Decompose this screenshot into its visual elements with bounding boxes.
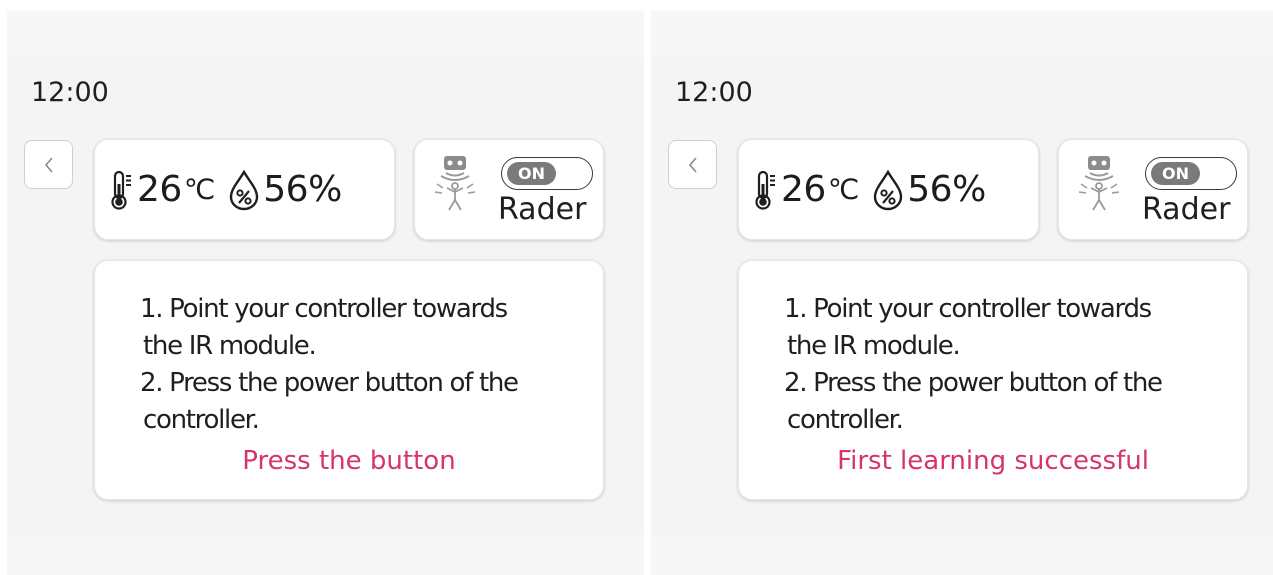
temperature-unit: ℃ — [827, 173, 860, 206]
back-chevron-icon — [688, 156, 697, 173]
radar-sensor-icon — [1078, 156, 1120, 211]
radar-label: Rader — [1142, 192, 1231, 227]
thermometer-icon — [755, 170, 775, 210]
radar-toggle[interactable]: ON — [501, 157, 593, 190]
back-chevron-icon — [44, 156, 53, 173]
step-1: 1. Point your controller towards the IR … — [784, 291, 1244, 365]
temperature-unit: ℃ — [183, 173, 216, 206]
instructions-card: 1. Point your controller towards the IR … — [738, 260, 1248, 500]
radar-toggle[interactable]: ON — [1145, 157, 1237, 190]
step-1-line-1: 1. Point your controller towards — [140, 294, 508, 324]
radar-card: ON Rader — [1058, 139, 1248, 240]
radar-toggle-knob: ON — [507, 162, 556, 185]
climate-card: 26 ℃ 56% — [738, 139, 1039, 240]
step-2-line-2: controller. — [787, 405, 904, 435]
clock: 12:00 — [31, 77, 109, 108]
bottom-area — [7, 535, 644, 575]
clock: 12:00 — [675, 77, 753, 108]
status-bar-area — [651, 11, 1273, 57]
instructions-card: 1. Point your controller towards the IR … — [94, 260, 604, 500]
radar-label: Rader — [498, 192, 587, 227]
back-button[interactable] — [24, 140, 73, 189]
step-2-line-1: 2. Press the power button of the — [784, 368, 1163, 398]
step-1: 1. Point your controller towards the IR … — [140, 291, 600, 365]
screen-right: 12:00 26 ℃ 56% ON Rader 1. Point your co… — [651, 11, 1273, 575]
learning-status: Press the button — [242, 446, 456, 476]
learning-status: First learning successful — [837, 446, 1149, 476]
thermometer-icon — [111, 170, 131, 210]
step-2: 2. Press the power button of the control… — [784, 365, 1244, 439]
back-button[interactable] — [668, 140, 717, 189]
step-2: 2. Press the power button of the control… — [140, 365, 600, 439]
climate-card: 26 ℃ 56% — [94, 139, 395, 240]
step-2-line-1: 2. Press the power button of the — [140, 368, 519, 398]
humidity-drop-icon — [230, 169, 259, 210]
humidity-value: 56% — [907, 169, 986, 210]
radar-sensor-icon — [434, 156, 476, 211]
instruction-steps: 1. Point your controller towards the IR … — [140, 291, 600, 439]
radar-toggle-knob: ON — [1151, 162, 1200, 185]
humidity-value: 56% — [263, 169, 342, 210]
step-1-line-2: the IR module. — [143, 331, 317, 361]
radar-card: ON Rader — [414, 139, 604, 240]
step-1-line-2: the IR module. — [787, 331, 961, 361]
humidity-drop-icon — [874, 169, 903, 210]
step-1-line-1: 1. Point your controller towards — [784, 294, 1152, 324]
temperature-value: 26 — [137, 169, 182, 210]
screen-left: 12:00 26 ℃ 56% ON Rader 1. Point your co… — [7, 11, 644, 575]
bottom-area — [651, 535, 1273, 575]
step-2-line-2: controller. — [143, 405, 260, 435]
instruction-steps: 1. Point your controller towards the IR … — [784, 291, 1244, 439]
temperature-value: 26 — [781, 169, 826, 210]
status-bar-area — [7, 11, 644, 57]
